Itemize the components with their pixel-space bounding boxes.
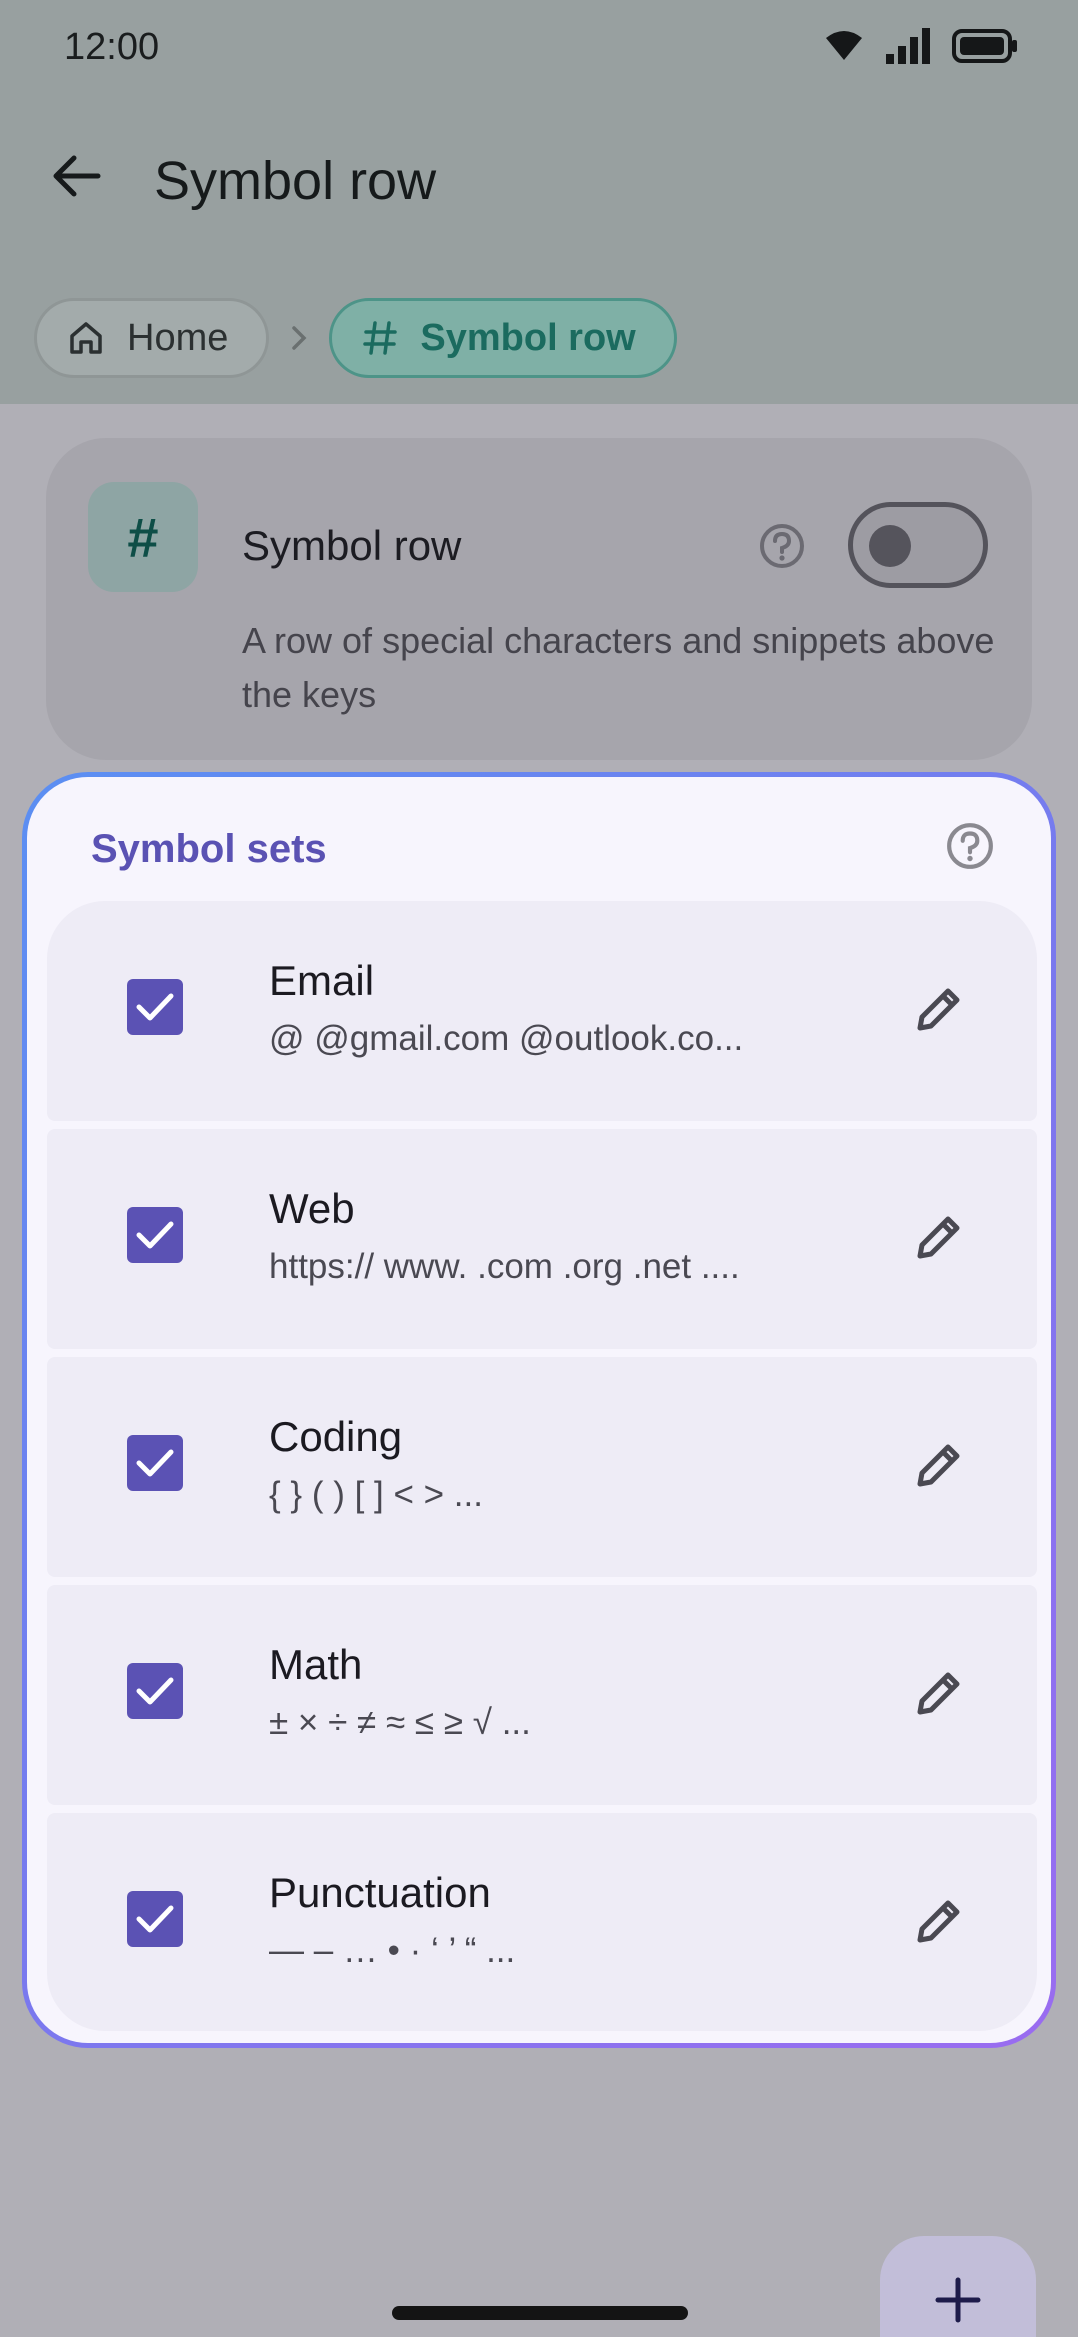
pencil-icon <box>917 1444 960 1487</box>
back-button[interactable] <box>40 140 112 212</box>
status-time: 12:00 <box>64 26 160 68</box>
feature-description: A row of special characters and snippets… <box>242 620 995 715</box>
top-app-area: 12:00 Symbol row Home Symbol row <box>0 0 1078 404</box>
check-icon <box>136 1221 174 1249</box>
pencil-icon <box>917 1672 960 1715</box>
symbol-set-row-math[interactable]: Math ± × ÷ ≠ ≈ ≤ ≥ √ ... <box>47 1585 1037 1805</box>
symbol-set-row-coding[interactable]: Coding { } ( ) [ ] < > ... <box>47 1357 1037 1577</box>
check-icon <box>136 1449 174 1477</box>
edit-button[interactable] <box>903 1201 975 1273</box>
page-title: Symbol row <box>154 151 437 211</box>
symbol-set-checkbox[interactable] <box>127 1435 183 1491</box>
home-icon <box>70 322 102 354</box>
edit-button[interactable] <box>903 1657 975 1729</box>
breadcrumb-current[interactable]: Symbol row <box>329 298 677 378</box>
status-bar: 12:00 <box>0 0 1078 96</box>
symbol-sets-header: Symbol sets <box>91 827 327 871</box>
edit-button[interactable] <box>903 1885 975 1957</box>
symbol-set-name: Punctuation <box>269 1869 491 1916</box>
symbol-set-row-web[interactable]: Web https:// www. .com .org .net .... <box>47 1129 1037 1349</box>
feature-title: Symbol row <box>242 522 462 569</box>
symbol-set-preview: — – … • · ‘ ’ “ ... <box>269 1931 516 1970</box>
symbol-set-checkbox[interactable] <box>127 1663 183 1719</box>
home-indicator[interactable] <box>392 2306 688 2320</box>
symbol-set-name: Web <box>269 1185 355 1232</box>
check-icon <box>136 1677 174 1705</box>
breadcrumb-home-label: Home <box>127 316 229 359</box>
symbol-set-name: Coding <box>269 1413 403 1460</box>
symbol-set-checkbox[interactable] <box>127 979 183 1035</box>
symbol-set-checkbox[interactable] <box>127 1891 183 1947</box>
symbol-row-toggle-card: # Symbol row A row of special characters… <box>46 438 1032 760</box>
symbol-set-name: Email <box>269 957 375 1004</box>
chevron-right-icon <box>269 325 329 351</box>
symbol-sets-list: Email @ @gmail.com @outlook.co... Web ht… <box>47 901 1037 2031</box>
breadcrumb-home[interactable]: Home <box>34 298 270 378</box>
status-icons <box>824 28 1018 64</box>
wifi-icon <box>826 31 862 60</box>
breadcrumb-current-label: Symbol row <box>420 316 636 359</box>
symbol-set-row-punctuation[interactable]: Punctuation — – … • · ‘ ’ “ ... <box>47 1813 1037 2031</box>
arrow-left-icon <box>53 155 101 197</box>
symbol-sets-card-inner: Symbol sets Email @ @gmail.com @outlook.… <box>27 777 1051 2043</box>
symbol-row-switch[interactable] <box>848 502 988 588</box>
battery-icon <box>952 29 1017 63</box>
help-button[interactable] <box>758 522 806 575</box>
symbol-set-checkbox[interactable] <box>127 1207 183 1263</box>
symbol-sets-help-button[interactable] <box>945 821 995 876</box>
hash-icon: # <box>88 482 198 592</box>
check-icon <box>136 993 174 1021</box>
symbol-set-preview: { } ( ) [ ] < > ... <box>269 1475 483 1514</box>
symbol-set-row-email[interactable]: Email @ @gmail.com @outlook.co... <box>47 901 1037 1121</box>
symbol-set-preview: ± × ÷ ≠ ≈ ≤ ≥ √ ... <box>269 1703 531 1742</box>
symbol-sets-card: Symbol sets Email @ @gmail.com @outlook.… <box>22 772 1056 2048</box>
pencil-icon <box>917 988 960 1031</box>
check-icon <box>136 1905 174 1933</box>
switch-knob <box>869 525 911 567</box>
edit-button[interactable] <box>903 973 975 1045</box>
edit-button[interactable] <box>903 1429 975 1501</box>
help-circle-icon <box>760 524 804 568</box>
pencil-icon <box>917 1900 960 1943</box>
symbol-set-preview: @ @gmail.com @outlook.co... <box>269 1019 744 1058</box>
symbol-set-preview: https:// www. .com .org .net .... <box>269 1247 740 1286</box>
app-bar: Symbol row <box>0 120 1078 250</box>
symbol-set-name: Math <box>269 1641 363 1688</box>
cellular-signal-icon <box>886 28 930 64</box>
breadcrumb: Home Symbol row <box>34 298 677 378</box>
pencil-icon <box>917 1216 960 1259</box>
help-circle-icon <box>947 823 993 869</box>
hash-icon <box>363 321 398 355</box>
add-symbol-set-fab[interactable] <box>880 2236 1036 2337</box>
plus-icon <box>935 2277 981 2323</box>
